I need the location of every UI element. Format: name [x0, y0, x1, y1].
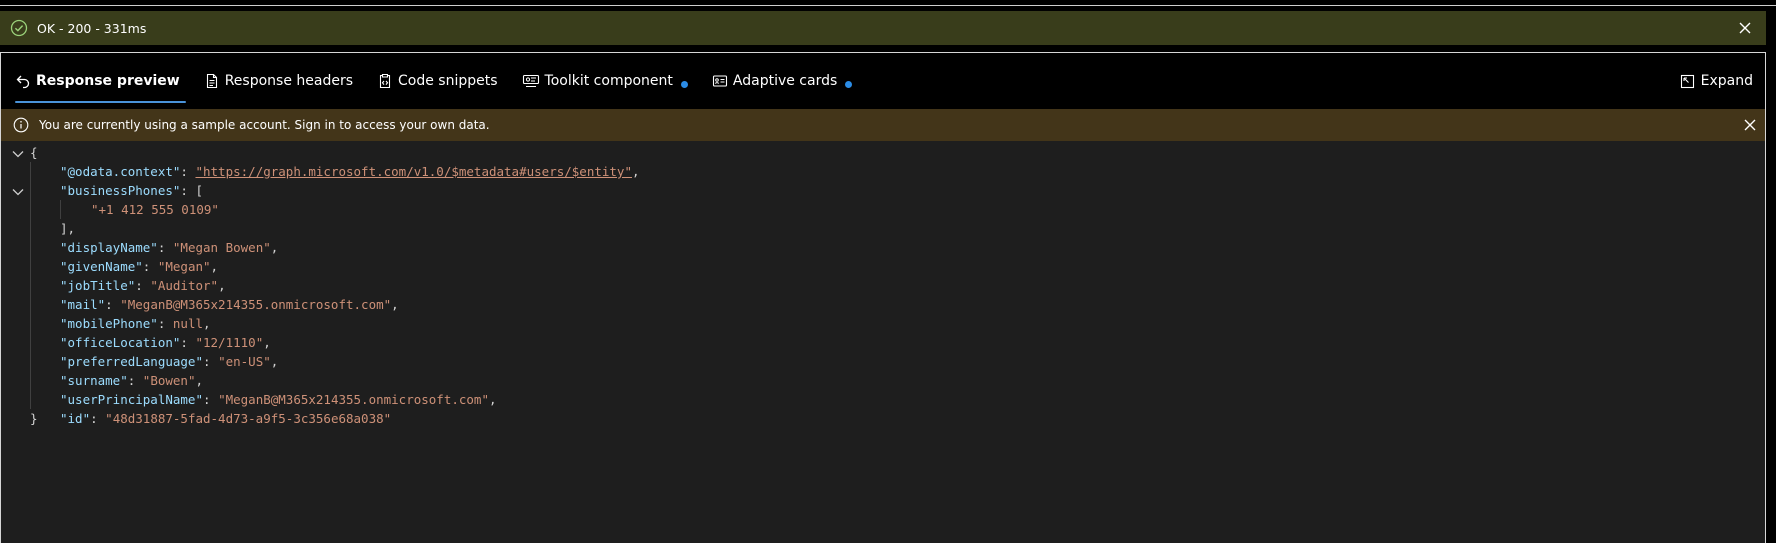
- tab-label: Code snippets: [398, 73, 498, 89]
- toolkit-icon: [522, 74, 539, 88]
- status-bar: OK - 200 - 331ms: [0, 11, 1766, 45]
- sample-account-message-bar: You are currently using a sample account…: [1, 109, 1765, 141]
- expand-icon: [1680, 74, 1694, 88]
- json-line: "givenName": "Megan",: [60, 259, 219, 274]
- tab-adaptive-cards[interactable]: Adaptive cards: [704, 53, 860, 109]
- response-panel: Response preview Response headers Code s…: [0, 52, 1766, 543]
- json-line: "displayName": "Megan Bowen",: [60, 240, 279, 255]
- json-line: ],: [60, 221, 76, 236]
- indent-guide: [60, 200, 61, 219]
- json-viewer: { "@odata.context": "https://graph.micro…: [1, 143, 1765, 543]
- json-line: "userPrincipalName": "MeganB@M365x214355…: [60, 392, 497, 407]
- tab-response-preview[interactable]: Response preview: [7, 53, 188, 109]
- clipboard-code-icon: [379, 73, 391, 89]
- expand-button[interactable]: Expand: [1680, 53, 1753, 109]
- tab-code-snippets[interactable]: Code snippets: [369, 53, 506, 109]
- chevron-down-icon[interactable]: [11, 185, 25, 199]
- indent-guide: [30, 162, 31, 409]
- document-icon: [206, 73, 217, 89]
- expand-label: Expand: [1700, 73, 1753, 89]
- json-line: "preferredLanguage": "en-US",: [60, 354, 279, 369]
- json-line: "+1 412 555 0109": [91, 202, 219, 217]
- json-line: "businessPhones": [: [60, 183, 204, 198]
- close-icon[interactable]: [1743, 118, 1757, 132]
- undo-arrow-icon: [16, 75, 30, 89]
- json-close-brace: }: [30, 411, 38, 426]
- json-line: "jobTitle": "Auditor",: [60, 278, 226, 293]
- json-line: "surname": "Bowen",: [60, 373, 204, 388]
- metadata-link[interactable]: "https://graph.microsoft.com/v1.0/$metad…: [195, 164, 632, 179]
- tab-label: Response headers: [224, 73, 354, 89]
- json-open-brace: {: [30, 145, 38, 160]
- checkmark-circle-icon: [10, 19, 28, 37]
- top-divider: [0, 0, 1776, 6]
- info-icon: [13, 117, 29, 133]
- json-line: "id": "48d31887-5fad-4d73-a9f5-3c356e68a…: [60, 411, 392, 426]
- json-line: "@odata.context": "https://graph.microso…: [60, 164, 640, 179]
- message-text: You are currently using a sample account…: [39, 118, 490, 132]
- card-icon: [712, 75, 727, 87]
- close-icon[interactable]: [1738, 21, 1752, 35]
- tab-label: Adaptive cards: [732, 73, 838, 89]
- tab-response-headers[interactable]: Response headers: [196, 53, 361, 109]
- json-line: "mail": "MeganB@M365x214355.onmicrosoft.…: [60, 297, 399, 312]
- json-line: "mobilePhone": null,: [60, 316, 211, 331]
- tab-label: Toolkit component: [544, 73, 673, 89]
- notification-dot: [680, 80, 688, 88]
- tab-bar: Response preview Response headers Code s…: [1, 53, 1765, 109]
- tab-toolkit-component[interactable]: Toolkit component: [514, 53, 696, 109]
- notification-dot: [845, 80, 853, 88]
- chevron-down-icon[interactable]: [11, 147, 25, 161]
- json-line: "officeLocation": "12/1110",: [60, 335, 271, 350]
- status-text: OK - 200 - 331ms: [37, 20, 147, 36]
- tab-label: Response preview: [36, 73, 180, 89]
